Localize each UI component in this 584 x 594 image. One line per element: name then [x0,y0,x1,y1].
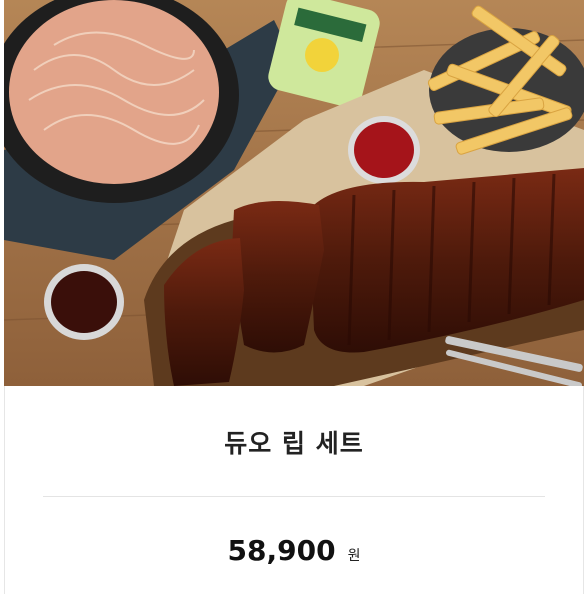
product-image [4,0,584,386]
product-card[interactable]: 듀오 립 세트 58,900 원 [0,0,584,594]
product-price: 58,900 [227,534,336,567]
product-info: 듀오 립 세트 58,900 원 [4,386,584,594]
price-row: 58,900 원 [5,534,583,567]
currency-unit: 원 [347,548,361,564]
divider [43,496,545,497]
food-photo-illustration [4,0,584,386]
product-name: 듀오 립 세트 [224,429,364,458]
